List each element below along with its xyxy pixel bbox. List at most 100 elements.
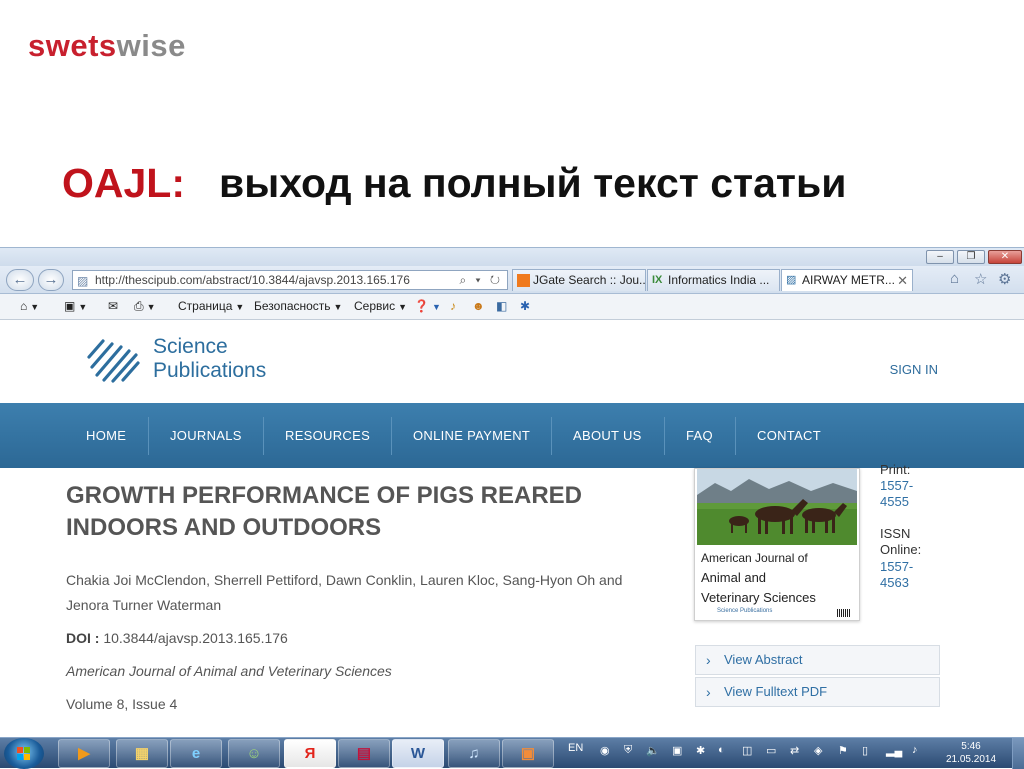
site-logo-text[interactable]: Science Publications (153, 335, 266, 383)
issn-print-2: 4555 (880, 494, 909, 509)
tab-informatics[interactable]: IX Informatics India ... (647, 269, 780, 291)
tray-signal-icon[interactable]: ▂▄ (886, 744, 902, 757)
tray-app-icon[interactable]: ◐ (718, 744, 725, 756)
service-menu[interactable]: Сервис ▼ (354, 299, 407, 313)
doi-value[interactable]: 10.3844/ajavsp.2013.165.176 (103, 630, 288, 646)
nav-about-us[interactable]: ABOUT US (573, 403, 642, 468)
tray-speaker-icon[interactable]: ♪ (912, 744, 918, 756)
tab-jgate[interactable]: JGate Search :: Jou... (512, 269, 646, 291)
cover-line-2: Animal and (701, 570, 767, 585)
tray-chrome-icon[interactable]: ◉ (600, 744, 610, 757)
article-authors: Chakia Joi McClendon, Sherrell Pettiford… (66, 572, 623, 613)
view-abstract-button[interactable]: › View Abstract (695, 645, 940, 675)
nav-separator (664, 417, 665, 455)
taskbar-word[interactable]: W (392, 739, 444, 768)
feeds-button[interactable]: ▣ ▼ (64, 299, 87, 313)
nav-faq[interactable]: FAQ (686, 403, 713, 468)
volume-issue: Volume 8, Issue 4 (66, 696, 178, 712)
browser-window: – ❐ ✕ ← → ▨ http://thescipub.com/abstrac… (0, 247, 1024, 737)
maximize-button[interactable]: ❐ (957, 250, 985, 264)
mail-icon: ✉ (108, 299, 119, 313)
journal-cover[interactable]: American Journal of Animal and Veterinar… (694, 468, 860, 621)
view-fulltext-button[interactable]: › View Fulltext PDF (695, 677, 940, 707)
taskbar: ▶ ▦ e ☺ Я ▤ W ♫ ▣ EN ◉ ⛨ 🔈 ▣ ✱ ◐ ◫ ▭ ⇄ ◈… (0, 737, 1024, 769)
scipub-favicon: ▨ (786, 274, 797, 286)
minimize-button[interactable]: – (926, 250, 954, 264)
tray-sync-icon[interactable]: ⇄ (790, 744, 799, 757)
nav-resources[interactable]: RESOURCES (285, 403, 370, 468)
browser-navbar: ← → ▨ http://thescipub.com/abstract/10.3… (0, 266, 1024, 294)
favorites-star-icon[interactable]: ☆ (974, 270, 987, 288)
help-icon: ❓ (414, 299, 429, 313)
tray-monitor-icon[interactable]: ▭ (766, 744, 776, 757)
printer-icon: ⎙ (134, 299, 144, 313)
nav-contact[interactable]: CONTACT (757, 403, 821, 468)
view-fulltext-label: View Fulltext PDF (724, 684, 828, 699)
language-indicator[interactable]: EN (568, 742, 583, 754)
taskbar-floppy-app[interactable]: ▤ (338, 739, 390, 768)
taskbar-media-player[interactable]: ▶ (58, 739, 110, 768)
nav-separator (551, 417, 552, 455)
tray-volume-icon[interactable]: 🔈 (646, 744, 660, 757)
taskbar-itunes[interactable]: ♫ (448, 739, 500, 768)
forward-button[interactable]: → (38, 269, 64, 291)
page-menu-label: Страница (178, 299, 233, 313)
people-icon: ☺ (246, 745, 262, 762)
tray-update-icon[interactable]: ◈ (814, 744, 822, 757)
messenger-icon[interactable]: ☻ (472, 299, 485, 313)
research-icon[interactable]: ◧ (496, 299, 507, 313)
slide-title-label: OAJL: (62, 160, 185, 206)
address-controls[interactable]: ⌕ ▾ ↻ (459, 271, 503, 289)
issn-online-label-1: ISSN (880, 526, 911, 541)
tray-power-icon[interactable]: ▯ (862, 744, 868, 757)
taskbar-explorer[interactable]: ▦ (116, 739, 168, 768)
nav-journals[interactable]: JOURNALS (170, 403, 242, 468)
security-menu[interactable]: Безопасность ▼ (254, 299, 342, 313)
start-button[interactable] (4, 738, 44, 769)
home-icon[interactable]: ⌂ (950, 270, 959, 287)
issn-print-1: 1557- (880, 478, 914, 493)
nav-separator (391, 417, 392, 455)
tray-security-icon[interactable]: ⛨ (624, 744, 632, 757)
show-desktop-button[interactable] (1012, 738, 1024, 769)
back-button[interactable]: ← (6, 269, 34, 291)
taskbar-contacts[interactable]: ☺ (228, 739, 280, 768)
tray-bluetooth-icon[interactable]: ✱ (696, 744, 705, 757)
slide-title: OAJL: выход на полный текст статьи (62, 160, 846, 207)
sign-in-link[interactable]: SIGN IN (890, 362, 938, 377)
close-tab-icon[interactable]: ✕ (897, 270, 908, 291)
nav-separator (735, 417, 736, 455)
address-url: http://thescipub.com/abstract/10.3844/aj… (95, 273, 410, 287)
nav-home[interactable]: HOME (86, 403, 126, 468)
close-window-button[interactable]: ✕ (988, 250, 1022, 264)
nav-online-payment[interactable]: ONLINE PAYMENT (413, 403, 530, 468)
taskbar-yandex[interactable]: Я (284, 739, 336, 768)
home-menu-button[interactable]: ⌂ ▼ (20, 299, 39, 313)
address-bar[interactable]: ▨ http://thescipub.com/abstract/10.3844/… (72, 270, 508, 290)
translate-icon[interactable]: ♪ (450, 299, 456, 313)
floppy-disk-icon: ▤ (356, 745, 372, 762)
taskbar-powerpoint[interactable]: ▣ (502, 739, 554, 768)
help-menu[interactable]: ❓ ▼ (414, 299, 441, 313)
tray-action-center-icon[interactable]: ⚑ (838, 744, 848, 757)
browser-titlebar: – ❐ ✕ (0, 248, 1024, 266)
taskbar-internet-explorer[interactable]: e (170, 739, 222, 768)
word-icon: W (410, 745, 426, 762)
powerpoint-icon: ▣ (520, 745, 536, 762)
tray-network-icon[interactable]: ◫ (742, 744, 752, 757)
tray-flag-icon[interactable]: ▣ (672, 744, 682, 757)
issn-online-1: 1557- (880, 559, 914, 574)
system-clock[interactable]: 5:46 21.05.2014 (942, 740, 1000, 766)
science-publications-logo-icon (87, 339, 140, 383)
tab-airway[interactable]: ▨ AIRWAY METR... ✕ (781, 269, 913, 291)
main-nav: HOME JOURNALS RESOURCES ONLINE PAYMENT A… (0, 403, 1024, 468)
page-menu[interactable]: Страница ▼ (178, 299, 244, 313)
bluetooth-icon[interactable]: ✱ (520, 299, 530, 313)
mail-button[interactable]: ✉ (108, 299, 118, 313)
slide-title-text: выход на полный текст статьи (219, 160, 847, 206)
logo-line-2: Publications (153, 359, 267, 382)
settings-gear-icon[interactable]: ⚙ (998, 270, 1011, 288)
print-button[interactable]: ⎙ ▼ (134, 299, 156, 314)
issn-online-2: 4563 (880, 575, 909, 590)
yandex-icon: Я (304, 745, 316, 762)
